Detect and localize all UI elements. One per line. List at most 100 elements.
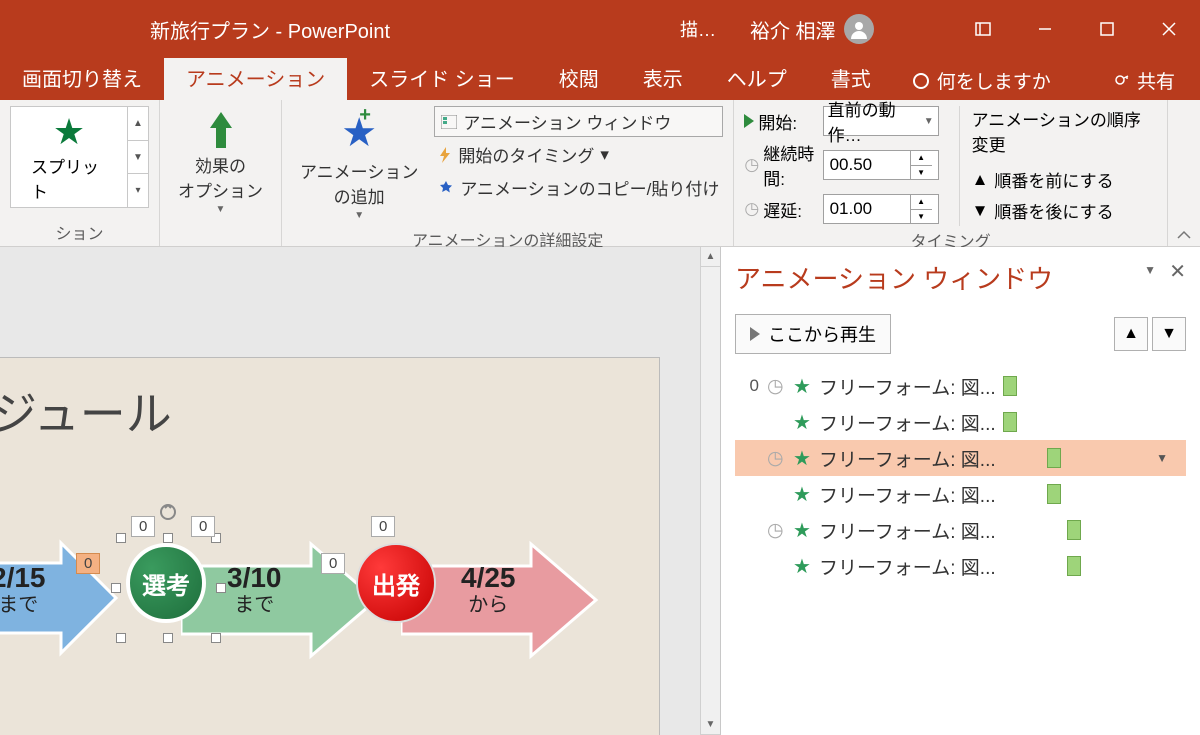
add-animation-button[interactable]: ★ アニメーション の追加 ▼ bbox=[292, 106, 426, 225]
gallery-up[interactable]: ▲ bbox=[128, 107, 148, 141]
document-title: 新旅行プラン - PowerPoint bbox=[150, 15, 390, 44]
timeline-bar[interactable] bbox=[1067, 520, 1081, 540]
animation-item[interactable]: 0 ★ フリーフォーム: 図... bbox=[735, 368, 1186, 404]
animation-item[interactable]: ★ フリーフォーム: 図... bbox=[735, 548, 1186, 584]
arrow-up-icon bbox=[208, 110, 234, 150]
bulb-icon bbox=[913, 73, 929, 89]
user-avatar-icon bbox=[844, 14, 874, 44]
slide: ジュール 2/15まで 3/10まで 4/25から 選考 bbox=[0, 357, 660, 735]
selection-handle[interactable] bbox=[116, 533, 126, 543]
tab-help[interactable]: ヘルプ bbox=[705, 55, 809, 100]
ribbon-group-effect-options: 効果の オプション ▼ bbox=[160, 100, 282, 246]
scroll-down[interactable]: ▼ bbox=[701, 715, 720, 735]
ribbon-group-timing: 開始: 直前の動作…▼ 継続時間: ▲▼ 遅延: ▲▼ アニメーションの順序変更 bbox=[734, 100, 1168, 246]
draw-hint: 描… bbox=[680, 16, 716, 42]
pane-icon bbox=[441, 115, 457, 129]
user-name: 裕介 相澤 bbox=[750, 15, 836, 44]
circle-red[interactable]: 出発 bbox=[356, 543, 436, 623]
duration-spinner[interactable]: ▲▼ bbox=[823, 150, 939, 180]
pane-close-button[interactable]: ✕ bbox=[1169, 259, 1186, 284]
trigger-button[interactable]: 開始のタイミング ▾ bbox=[434, 139, 723, 170]
timeline-bar[interactable] bbox=[1047, 448, 1061, 468]
painter-star-icon bbox=[438, 180, 454, 196]
move-down-button[interactable]: ▼ bbox=[1152, 317, 1186, 351]
share-icon bbox=[1113, 72, 1131, 90]
anim-badge[interactable]: 0 bbox=[131, 516, 155, 537]
tab-view[interactable]: 表示 bbox=[621, 55, 705, 100]
animation-item[interactable]: ★ フリーフォーム: 図... bbox=[735, 404, 1186, 440]
pane-options-dropdown[interactable]: ▼ bbox=[1144, 263, 1156, 277]
clock-icon bbox=[744, 199, 759, 219]
effect-options-button[interactable]: 効果の オプション ▼ bbox=[170, 106, 271, 219]
gallery-more[interactable]: ▾ bbox=[128, 174, 148, 207]
selection-handle[interactable] bbox=[211, 633, 221, 643]
animation-pane-title: アニメーション ウィンドウ bbox=[735, 259, 1186, 296]
item-dropdown-icon[interactable]: ▼ bbox=[1156, 451, 1168, 465]
user-account[interactable]: 裕介 相澤 bbox=[750, 14, 874, 44]
share-button[interactable]: 共有 bbox=[1088, 67, 1200, 100]
play-icon bbox=[750, 327, 760, 341]
tab-animation[interactable]: アニメーション bbox=[164, 55, 347, 100]
tab-transition[interactable]: 画面切り替え bbox=[0, 55, 164, 100]
animation-pane-button[interactable]: アニメーション ウィンドウ bbox=[434, 106, 723, 137]
anim-badge[interactable]: 0 bbox=[191, 516, 215, 537]
window-controls bbox=[952, 0, 1200, 58]
star-icon: ★ bbox=[793, 410, 811, 435]
animation-gallery[interactable]: ★ スプリット ▲ ▼ ▾ bbox=[10, 106, 149, 208]
move-up-button[interactable]: ▲ bbox=[1114, 317, 1148, 351]
animation-item[interactable]: ★ フリーフォーム: 図... bbox=[735, 512, 1186, 548]
ribbon-group-advanced-animation: ★ アニメーション の追加 ▼ アニメーション ウィンドウ 開始のタイミング ▾… bbox=[282, 100, 734, 246]
anim-badge[interactable]: 0 bbox=[371, 516, 395, 537]
ribbon-display-options[interactable] bbox=[952, 0, 1014, 58]
timeline-bar[interactable] bbox=[1047, 484, 1061, 504]
animation-item-selected[interactable]: ★ フリーフォーム: 図... ▼ bbox=[735, 440, 1186, 476]
group-label: ション bbox=[10, 218, 149, 246]
ribbon: ★ スプリット ▲ ▼ ▾ ション 効果の オプション ▼ bbox=[0, 100, 1200, 247]
star-icon: ★ bbox=[793, 554, 811, 579]
tab-review[interactable]: 校閲 bbox=[537, 55, 621, 100]
animation-painter-button[interactable]: アニメーションのコピー/貼り付け bbox=[434, 172, 723, 203]
caret-down-icon: ▼ bbox=[354, 210, 364, 221]
star-icon: ★ bbox=[53, 111, 85, 153]
selection-handle[interactable] bbox=[163, 633, 173, 643]
selection-handle[interactable] bbox=[163, 533, 173, 543]
duration-input[interactable] bbox=[824, 151, 910, 179]
start-combo[interactable]: 直前の動作…▼ bbox=[823, 106, 939, 136]
anim-badge[interactable]: 0 bbox=[76, 553, 100, 574]
gallery-down[interactable]: ▼ bbox=[128, 141, 148, 175]
play-icon bbox=[744, 114, 754, 128]
timeline-bar[interactable] bbox=[1003, 412, 1017, 432]
move-earlier-button[interactable]: ▲順番を前にする bbox=[972, 164, 1157, 195]
scroll-track[interactable] bbox=[701, 267, 720, 715]
selection-handle[interactable] bbox=[111, 583, 121, 593]
tab-format[interactable]: 書式 bbox=[809, 55, 893, 100]
close-button[interactable] bbox=[1138, 0, 1200, 58]
maximize-button[interactable] bbox=[1076, 0, 1138, 58]
reorder-title: アニメーションの順序変更 bbox=[972, 106, 1157, 156]
workspace: ジュール 2/15まで 3/10まで 4/25から 選考 bbox=[0, 247, 1200, 735]
tab-slideshow[interactable]: スライド ショー bbox=[347, 55, 537, 100]
move-later-button[interactable]: ▼順番を後にする bbox=[972, 195, 1157, 226]
delay-input[interactable] bbox=[824, 195, 910, 223]
vertical-scrollbar[interactable]: ▲ ▼ bbox=[700, 247, 720, 735]
play-from-button[interactable]: ここから再生 bbox=[735, 314, 891, 354]
selection-handle[interactable] bbox=[116, 633, 126, 643]
gallery-item-split[interactable]: ★ スプリット bbox=[11, 105, 127, 209]
arrow-text-3: 4/25から bbox=[461, 563, 516, 616]
circle-green[interactable]: 選考 bbox=[126, 543, 206, 623]
delay-spinner[interactable]: ▲▼ bbox=[823, 194, 939, 224]
slide-canvas[interactable]: ジュール 2/15まで 3/10まで 4/25から 選考 bbox=[0, 247, 700, 735]
ribbon-group-animation-gallery: ★ スプリット ▲ ▼ ▾ ション bbox=[0, 100, 160, 246]
animation-item[interactable]: ★ フリーフォーム: 図... bbox=[735, 476, 1186, 512]
star-icon: ★ bbox=[793, 482, 811, 507]
anim-badge[interactable]: 0 bbox=[321, 553, 345, 574]
timeline-bar[interactable] bbox=[1067, 556, 1081, 576]
clock-icon bbox=[767, 447, 785, 470]
minimize-button[interactable] bbox=[1014, 0, 1076, 58]
selection-handle[interactable] bbox=[216, 583, 226, 593]
timeline-bar[interactable] bbox=[1003, 376, 1017, 396]
animation-list: 0 ★ フリーフォーム: 図... ★ フリーフォーム: 図... ★ フリーフ… bbox=[735, 368, 1186, 584]
collapse-ribbon-button[interactable] bbox=[1168, 100, 1200, 246]
rotation-handle[interactable] bbox=[159, 503, 177, 521]
titlebar: 新旅行プラン - PowerPoint 描… 裕介 相澤 bbox=[0, 0, 1200, 58]
